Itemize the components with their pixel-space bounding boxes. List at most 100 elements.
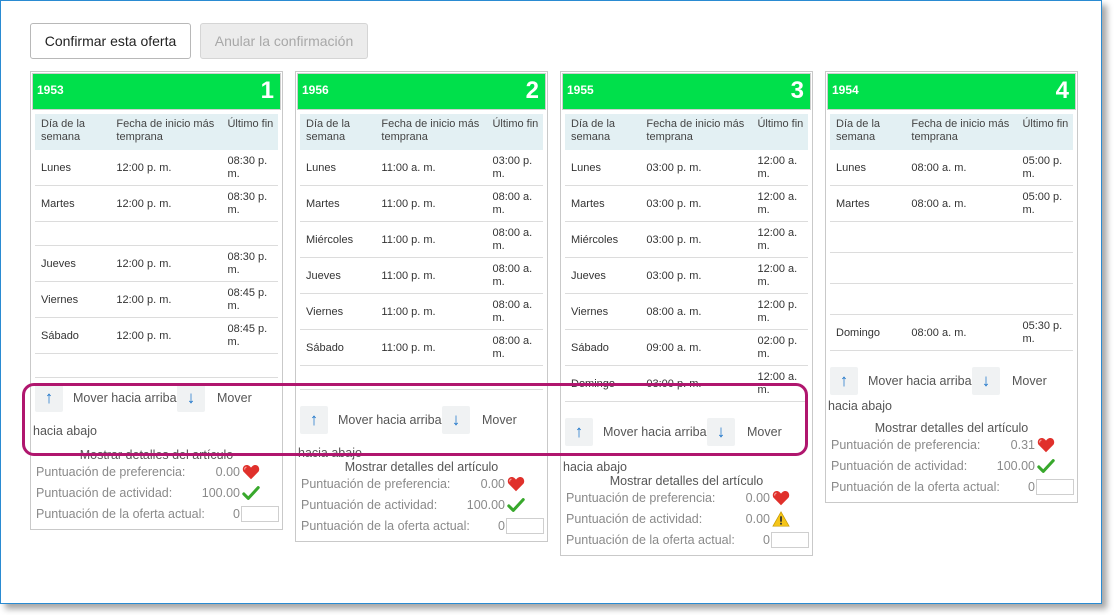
preference-score-label: Puntuación de preferencia:: [566, 491, 716, 505]
move-down-label[interactable]: Mover: [482, 413, 517, 427]
move-controls: ↑ Mover hacia arriba ↓ Mover hacia abajo: [296, 390, 547, 460]
current-offer-score-value: 0: [233, 507, 240, 521]
header-start: Fecha de inicio más temprana: [381, 118, 480, 143]
cell-start: 12:00 p. m.: [116, 293, 172, 306]
cell-day: Domingo: [836, 326, 881, 339]
offer-card: 1954 4 Día de la semana Fecha de inicio …: [825, 71, 1078, 503]
arrow-down-icon: ↓: [981, 371, 991, 390]
cell-day: Viernes: [41, 293, 79, 306]
current-offer-score-label: Puntuación de la oferta actual:: [831, 480, 1000, 494]
table-row: Jueves 12:00 p. m. 08:30 p. m.: [35, 246, 278, 282]
preference-score-label: Puntuación de preferencia:: [301, 477, 451, 491]
move-down-label[interactable]: Mover: [1012, 374, 1047, 388]
card-code: 1955: [567, 83, 594, 97]
move-controls: ↑ Mover hacia arriba ↓ Mover hacia abajo: [31, 378, 282, 446]
card-code: 1956: [302, 83, 329, 97]
offer-card: 1956 2 Día de la semana Fecha de inicio …: [295, 71, 548, 542]
cell-start: 12:00 p. m.: [116, 257, 172, 270]
cell-day: Sábado: [41, 329, 79, 342]
preference-score-row: Puntuación de preferencia: 0.31: [826, 435, 1077, 456]
cell-end: 08:30 p. m.: [227, 154, 268, 180]
cell-end: 12:00 a. m.: [757, 226, 798, 252]
move-down-button[interactable]: ↓: [442, 406, 470, 434]
table-row: [300, 366, 543, 390]
show-details-link[interactable]: Mostrar detalles del artículo: [561, 474, 812, 488]
move-up-button[interactable]: ↑: [830, 367, 858, 395]
table-row: Lunes 03:00 p. m. 12:00 a. m.: [565, 150, 808, 186]
table-row: [35, 222, 278, 246]
confirm-offer-button[interactable]: Confirmar esta oferta: [30, 23, 191, 59]
table-row: Martes 11:00 p. m. 08:00 a. m.: [300, 186, 543, 222]
score-color-box: [506, 518, 544, 534]
checkmark-icon: [1037, 457, 1055, 475]
cell-end: 08:00 a. m.: [492, 262, 533, 288]
cell-end: 08:30 p. m.: [227, 190, 268, 216]
cell-end: 08:00 a. m.: [492, 190, 533, 216]
cell-day: Miércoles: [571, 233, 619, 246]
checkmark-icon: [242, 484, 260, 502]
move-down-label-cont[interactable]: hacia abajo: [563, 460, 627, 474]
activity-score-label: Puntuación de actividad:: [301, 498, 438, 512]
cell-day: Lunes: [41, 161, 71, 174]
activity-score-row: Puntuación de actividad: 100.00: [296, 495, 547, 516]
activity-score-label: Puntuación de actividad:: [831, 459, 968, 473]
cell-start: 08:00 a. m.: [911, 161, 967, 174]
move-down-label[interactable]: Mover: [217, 391, 252, 405]
arrow-up-icon: ↑: [309, 410, 319, 429]
show-details-link[interactable]: Mostrar detalles del artículo: [31, 448, 282, 462]
cell-start: 12:00 p. m.: [116, 197, 172, 210]
cell-start: 12:00 p. m.: [116, 329, 172, 342]
header-end: Último fin: [1022, 118, 1069, 130]
preference-score-label: Puntuación de preferencia:: [831, 438, 981, 452]
header-end: Último fin: [227, 118, 274, 130]
arrow-down-icon: ↓: [186, 388, 196, 407]
move-up-label[interactable]: Mover hacia arriba: [868, 374, 972, 388]
cell-start: 11:00 p. m.: [381, 305, 436, 318]
move-down-button[interactable]: ↓: [972, 367, 1000, 395]
cell-day: Jueves: [571, 269, 606, 282]
item-details: Mostrar detalles del artículo Puntuación…: [561, 474, 812, 551]
cell-day: Miércoles: [306, 233, 354, 246]
activity-score-label: Puntuación de actividad:: [566, 512, 703, 526]
move-up-label[interactable]: Mover hacia arriba: [603, 425, 707, 439]
move-down-label-cont[interactable]: hacia abajo: [33, 424, 97, 438]
show-details-link[interactable]: Mostrar detalles del artículo: [826, 421, 1077, 435]
cell-day: Martes: [836, 197, 870, 210]
move-down-label-cont[interactable]: hacia abajo: [828, 399, 892, 413]
activity-score-row: Puntuación de actividad: 100.00: [826, 456, 1077, 477]
move-up-button[interactable]: ↑: [35, 384, 63, 412]
cell-day: Jueves: [306, 269, 341, 282]
move-up-button[interactable]: ↑: [300, 406, 328, 434]
cell-end: 12:00 a. m.: [757, 190, 798, 216]
schedule-table: Día de la semana Fecha de inicio más tem…: [300, 114, 543, 390]
show-details-link[interactable]: Mostrar detalles del artículo: [296, 460, 547, 474]
cell-start: 03:00 p. m.: [646, 269, 702, 282]
move-down-button[interactable]: ↓: [177, 384, 205, 412]
preference-score-value: 0.31: [1010, 438, 1035, 452]
move-up-label[interactable]: Mover hacia arriba: [73, 391, 177, 405]
move-down-label-cont[interactable]: hacia abajo: [298, 446, 362, 460]
cell-end: 05:00 p. m.: [1022, 154, 1063, 180]
cancel-confirmation-button: Anular la confirmación: [200, 23, 368, 59]
move-up-button[interactable]: ↑: [565, 418, 593, 446]
header-day: Día de la semana: [571, 118, 616, 143]
header-day: Día de la semana: [836, 118, 881, 143]
arrow-down-icon: ↓: [716, 422, 726, 441]
current-offer-score-row: Puntuación de la oferta actual: 0: [826, 477, 1077, 498]
preference-score-row: Puntuación de preferencia: 0.00: [561, 488, 812, 509]
score-color-box: [771, 532, 809, 548]
move-up-label[interactable]: Mover hacia arriba: [338, 413, 442, 427]
arrow-up-icon: ↑: [44, 388, 54, 407]
header-end: Último fin: [757, 118, 804, 130]
checkmark-icon: [507, 496, 525, 514]
table-row: Martes 12:00 p. m. 08:30 p. m.: [35, 186, 278, 222]
table-header: Día de la semana Fecha de inicio más tem…: [35, 114, 278, 150]
cell-end: 12:00 p. m.: [757, 298, 798, 324]
cell-day: Viernes: [306, 305, 344, 318]
cell-end: 12:00 a. m.: [757, 370, 798, 396]
cell-start: 11:00 p. m.: [381, 197, 436, 210]
cell-start: 12:00 p. m.: [116, 161, 172, 174]
move-down-label[interactable]: Mover: [747, 425, 782, 439]
move-down-button[interactable]: ↓: [707, 418, 735, 446]
cell-day: Lunes: [836, 161, 866, 174]
